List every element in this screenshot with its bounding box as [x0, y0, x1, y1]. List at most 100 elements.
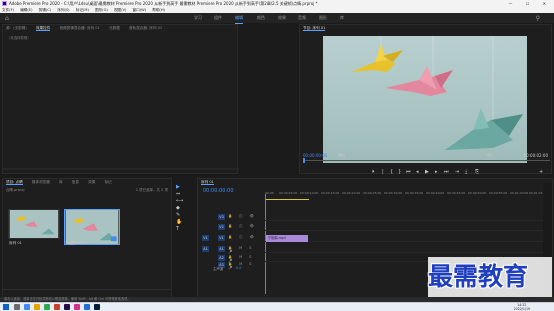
- track-name[interactable]: V2: [218, 224, 225, 230]
- program-monitor-video[interactable]: [323, 36, 527, 163]
- track-toggle-icons[interactable]: 🔒 ◫ 👁: [228, 214, 257, 218]
- tab-effect-controls[interactable]: 效果控件: [35, 26, 51, 31]
- razor-tool-icon[interactable]: ◆: [176, 205, 180, 211]
- track-toggle-icons[interactable]: 🔒 ◫ 👁: [228, 224, 257, 228]
- tab-audio-track-mixer[interactable]: 音轨混合器: 序列 01: [129, 26, 162, 30]
- ruler-tick-label: 00:00:40:00: [426, 191, 445, 195]
- program-playhead[interactable]: [303, 158, 305, 163]
- mark-out-icon[interactable]: {: [390, 169, 393, 175]
- go-to-in-icon[interactable]: }: [398, 169, 401, 175]
- search-icon[interactable]: [14, 304, 20, 310]
- type-tool-icon[interactable]: T: [176, 226, 179, 232]
- menu-sequence[interactable]: 序列(S): [57, 8, 69, 12]
- tab-sequence[interactable]: 序列 01: [201, 180, 214, 185]
- play-icon[interactable]: ▶: [425, 169, 429, 175]
- source-scrollbar[interactable]: [3, 168, 239, 170]
- project-item-thumbnail[interactable]: [64, 209, 120, 245]
- workspace-learn[interactable]: 学习: [194, 13, 202, 23]
- track-lane-v2[interactable]: [265, 223, 548, 231]
- search-icon[interactable]: ⚲: [536, 14, 540, 24]
- menu-file[interactable]: 文件(F): [2, 8, 14, 12]
- timeline-playhead[interactable]: [265, 194, 266, 294]
- project-panel: 项目: 点睛 媒体浏览器 库 信息 效果 标记 点睛.prproj 1 项已选择…: [2, 178, 172, 298]
- pen-tool-icon[interactable]: ✎: [176, 212, 180, 218]
- button-editor-icon[interactable]: +: [539, 169, 543, 175]
- tab-source[interactable]: 源：(无剪辑): [6, 26, 27, 30]
- menu-window[interactable]: 窗口(W): [133, 8, 147, 12]
- home-icon[interactable]: ⌂: [5, 14, 9, 24]
- menu-edit[interactable]: 编辑(E): [20, 8, 32, 12]
- task-view-icon[interactable]: [24, 304, 30, 310]
- app-icon[interactable]: [84, 304, 90, 310]
- track-toggle-icons[interactable]: 🔒 M S 🎤: [228, 262, 265, 270]
- windows-taskbar: 14:22 2022/1/19: [0, 302, 554, 311]
- export-frame-icon[interactable]: ⎘: [475, 169, 479, 175]
- project-item-thumbnail[interactable]: [8, 209, 60, 239]
- workspace-color[interactable]: 颜色: [257, 13, 265, 23]
- mark-in-icon[interactable]: |: [382, 169, 384, 175]
- track-name[interactable]: V1: [218, 235, 225, 241]
- timeline-timecode[interactable]: 00:00:00:00: [203, 188, 234, 194]
- tab-program[interactable]: 节目: 序列 01: [303, 26, 326, 31]
- tab-effects[interactable]: 效果: [88, 180, 95, 184]
- menu-clip[interactable]: 剪辑(C): [39, 8, 52, 12]
- track-toggle-icons[interactable]: 🔒 M S 🎤: [228, 246, 265, 254]
- timeline-ruler[interactable]: 00:00 00:00:05:00 00:00:10:00 00:00:15:0…: [265, 191, 548, 197]
- tab-metadata[interactable]: 元数据: [109, 26, 120, 30]
- premiere-taskbar-icon[interactable]: [64, 304, 70, 310]
- extract-icon[interactable]: ⤓: [465, 169, 467, 175]
- source-patch[interactable]: V1: [202, 235, 209, 241]
- resolution-dropdown[interactable]: 1/2: [486, 153, 492, 157]
- browser-icon[interactable]: [44, 304, 50, 310]
- workspace-editing[interactable]: 编辑: [235, 13, 243, 24]
- track-toggle-icons[interactable]: 🔒 ◫ 👁: [228, 235, 257, 239]
- workspace-effects[interactable]: 效果: [278, 13, 286, 23]
- tab-info[interactable]: 信息: [72, 180, 79, 184]
- track-header-v2: V2 🔒 ◫ 👁: [198, 223, 265, 231]
- lift-icon[interactable]: ⇥: [455, 169, 459, 175]
- windows-start-icon[interactable]: [3, 304, 9, 310]
- track-select-tool-icon[interactable]: ⇔: [176, 191, 180, 197]
- app-icon[interactable]: [74, 304, 80, 310]
- taskbar-clock[interactable]: 14:22 2022/1/19: [514, 303, 530, 311]
- menu-graphics[interactable]: 图形(G): [95, 8, 108, 12]
- menu-view[interactable]: 视图(V): [114, 8, 126, 12]
- program-duration: 00:00:02:00: [523, 153, 548, 158]
- menu-markers[interactable]: 标记(M): [76, 8, 89, 12]
- track-name[interactable]: A1: [218, 246, 225, 252]
- step-forward-icon[interactable]: ▸: [435, 169, 438, 175]
- selection-tool-icon[interactable]: ▶: [176, 184, 180, 190]
- fit-dropdown[interactable]: 适合: [338, 153, 345, 158]
- source-patch[interactable]: A1: [202, 246, 209, 252]
- photoshop-icon[interactable]: [94, 304, 100, 310]
- master-track-volume[interactable]: 0.0: [236, 266, 241, 270]
- tab-markers[interactable]: 标记: [104, 180, 111, 184]
- go-to-end-icon[interactable]: ⏭: [444, 169, 449, 175]
- program-time-ruler[interactable]: [303, 160, 550, 163]
- file-explorer-icon[interactable]: [34, 304, 40, 310]
- project-tab-row: 项目: 点睛 媒体浏览器 库 信息 效果 标记: [3, 179, 171, 186]
- window-controls[interactable]: — ☐ ✕: [509, 0, 552, 7]
- hand-tool-icon[interactable]: ✋: [176, 219, 182, 225]
- track-lane-a1[interactable]: [265, 245, 548, 253]
- workspace-audio[interactable]: 音频: [298, 13, 306, 23]
- ripple-edit-tool-icon[interactable]: ⟷: [176, 198, 183, 204]
- track-name[interactable]: V3: [218, 214, 225, 220]
- app-icon[interactable]: [54, 304, 60, 310]
- tab-libraries[interactable]: 库: [59, 180, 63, 184]
- add-marker-icon[interactable]: ⏵: [372, 169, 375, 175]
- tab-audio-clip-mixer[interactable]: 音频剪辑混合器: 序列 01: [59, 26, 99, 30]
- step-back-icon[interactable]: ◂: [416, 169, 419, 175]
- project-bottom-toolbar: [3, 289, 171, 297]
- work-area-bar[interactable]: [265, 199, 309, 200]
- workspace-assembly[interactable]: 组件: [214, 13, 222, 23]
- workspace-graphics[interactable]: 图形: [319, 13, 327, 23]
- menu-help[interactable]: 帮助(H): [152, 8, 165, 12]
- go-to-start-icon[interactable]: ⏮: [406, 169, 411, 175]
- timeline-clip[interactable]: 千纸鹤.mp4: [266, 235, 308, 242]
- program-timecode-in[interactable]: 00:00:00:00: [303, 153, 327, 158]
- workspace-libraries[interactable]: 库: [340, 13, 344, 23]
- tab-project[interactable]: 项目: 点睛: [6, 180, 23, 185]
- tab-media-browser[interactable]: 媒体浏览器: [32, 180, 50, 184]
- track-lane-v3[interactable]: [265, 213, 548, 221]
